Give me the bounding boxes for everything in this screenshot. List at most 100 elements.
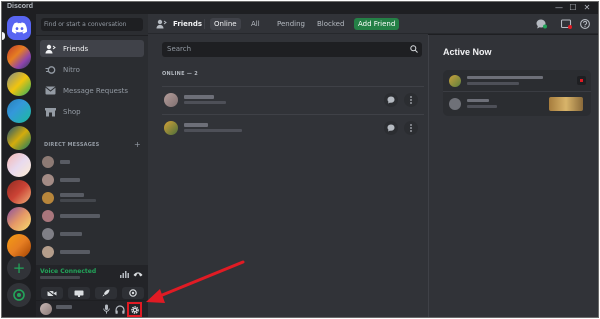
page-title-text: Friends bbox=[173, 20, 203, 28]
blurred-name bbox=[184, 123, 208, 127]
active-now-panel: Active Now bbox=[428, 35, 598, 317]
activities-button[interactable] bbox=[95, 287, 117, 299]
blurred-name bbox=[60, 231, 82, 236]
server-icon[interactable] bbox=[7, 153, 31, 177]
avatar bbox=[42, 227, 54, 240]
server-rail: + bbox=[2, 14, 36, 317]
app-title: Discord bbox=[7, 3, 34, 10]
activity-thumbnail bbox=[549, 97, 583, 111]
compass-icon bbox=[13, 289, 25, 301]
more-options-button[interactable] bbox=[404, 93, 418, 107]
home-button[interactable] bbox=[7, 16, 31, 40]
headphones-button[interactable] bbox=[114, 303, 126, 315]
message-button[interactable] bbox=[384, 93, 398, 107]
friend-row[interactable] bbox=[162, 114, 424, 142]
blurred-activity-detail bbox=[467, 105, 497, 108]
friends-wave-icon bbox=[44, 43, 56, 55]
dm-list-item[interactable] bbox=[42, 226, 142, 241]
more-options-button[interactable] bbox=[404, 121, 418, 135]
voice-channel-name bbox=[40, 276, 80, 279]
camera-off-button[interactable] bbox=[41, 287, 63, 299]
server-icon[interactable] bbox=[7, 126, 31, 150]
inbox-icon bbox=[560, 19, 572, 29]
title-bar: Discord — ☐ ✕ bbox=[2, 2, 598, 14]
page-title: Friends bbox=[156, 19, 202, 29]
dm-list-item[interactable] bbox=[42, 154, 142, 169]
sidebar-item-label: Friends bbox=[63, 44, 89, 53]
discord-window: Discord — ☐ ✕ + Find or start a conversa… bbox=[1, 1, 599, 318]
activity-badge-icon bbox=[577, 76, 586, 85]
envelope-icon bbox=[44, 85, 56, 97]
dm-list-item[interactable] bbox=[42, 172, 142, 187]
tab-blocked[interactable]: Blocked bbox=[313, 18, 348, 30]
maximize-button[interactable]: ☐ bbox=[566, 2, 580, 14]
tab-online[interactable]: Online bbox=[210, 18, 241, 30]
shop-icon bbox=[44, 106, 56, 118]
sidebar-item-message-requests[interactable]: Message Requests bbox=[40, 82, 144, 99]
blurred-name bbox=[60, 193, 84, 197]
new-group-dm-button[interactable] bbox=[535, 18, 547, 30]
server-icon[interactable] bbox=[7, 45, 31, 69]
dm-sidebar: Find or start a conversation Friends Nit… bbox=[36, 14, 148, 317]
explore-servers-button[interactable] bbox=[7, 283, 31, 307]
connection-signal-icon[interactable] bbox=[118, 268, 130, 280]
user-panel bbox=[36, 301, 148, 317]
divider bbox=[36, 35, 148, 36]
sidebar-item-nitro[interactable]: Nitro bbox=[40, 61, 144, 78]
active-now-card[interactable] bbox=[443, 70, 591, 116]
voice-panel: Voice Connected bbox=[36, 265, 148, 301]
chat-bubble-icon bbox=[387, 96, 395, 104]
user-avatar[interactable] bbox=[40, 303, 52, 315]
screen-share-icon bbox=[74, 290, 84, 297]
friends-wave-icon bbox=[156, 19, 167, 29]
minimize-button[interactable]: — bbox=[552, 2, 566, 14]
more-vertical-icon bbox=[410, 124, 412, 132]
avatar bbox=[42, 209, 54, 222]
microphone-button[interactable] bbox=[100, 303, 112, 315]
sidebar-item-friends[interactable]: Friends bbox=[40, 40, 144, 57]
voice-connected-status[interactable]: Voice Connected bbox=[40, 268, 96, 275]
dm-list-item[interactable] bbox=[42, 208, 142, 223]
tab-all[interactable]: All bbox=[247, 18, 264, 30]
active-now-card-activity bbox=[443, 93, 591, 115]
sidebar-item-label: Shop bbox=[63, 107, 81, 116]
sidebar-item-shop[interactable]: Shop bbox=[40, 103, 144, 120]
blurred-name bbox=[184, 95, 214, 99]
add-friend-button[interactable]: Add Friend bbox=[354, 18, 400, 30]
blurred-username bbox=[56, 305, 72, 309]
blurred-status bbox=[184, 129, 242, 132]
screen-share-button[interactable] bbox=[68, 287, 90, 299]
sidebar-item-label: Message Requests bbox=[63, 86, 128, 95]
chat-bubble-icon bbox=[387, 124, 395, 132]
add-server-button[interactable]: + bbox=[7, 256, 31, 280]
friends-topbar: Friends Online All Pending Blocked Add F… bbox=[148, 14, 598, 34]
server-icon[interactable] bbox=[7, 207, 31, 231]
nitro-icon bbox=[44, 64, 56, 76]
create-dm-button[interactable]: + bbox=[134, 140, 141, 149]
help-icon bbox=[580, 19, 590, 29]
server-icon[interactable] bbox=[7, 99, 31, 123]
search-icon bbox=[410, 45, 418, 54]
dm-list-item[interactable] bbox=[42, 190, 142, 205]
help-button[interactable] bbox=[579, 18, 591, 30]
server-icon[interactable] bbox=[7, 234, 31, 258]
server-icon[interactable] bbox=[7, 72, 31, 96]
inbox-button[interactable] bbox=[560, 18, 572, 30]
blurred-name bbox=[60, 249, 90, 254]
friend-row[interactable] bbox=[162, 86, 424, 114]
blurred-name bbox=[60, 213, 100, 218]
avatar bbox=[42, 173, 54, 186]
sidebar-item-label: Nitro bbox=[63, 65, 80, 74]
find-conversation-input[interactable]: Find or start a conversation bbox=[41, 18, 143, 31]
message-button[interactable] bbox=[384, 121, 398, 135]
friends-search-input[interactable]: Search bbox=[162, 42, 422, 57]
blurred-status bbox=[184, 101, 226, 104]
soundboard-icon bbox=[129, 289, 137, 297]
close-button[interactable]: ✕ bbox=[580, 2, 594, 14]
server-icon[interactable] bbox=[7, 180, 31, 204]
camera-off-icon bbox=[47, 289, 57, 297]
tab-pending[interactable]: Pending bbox=[273, 18, 309, 30]
blurred-activity-name bbox=[467, 99, 489, 102]
dm-list-item[interactable] bbox=[42, 244, 142, 259]
active-now-title: Active Now bbox=[443, 47, 492, 57]
